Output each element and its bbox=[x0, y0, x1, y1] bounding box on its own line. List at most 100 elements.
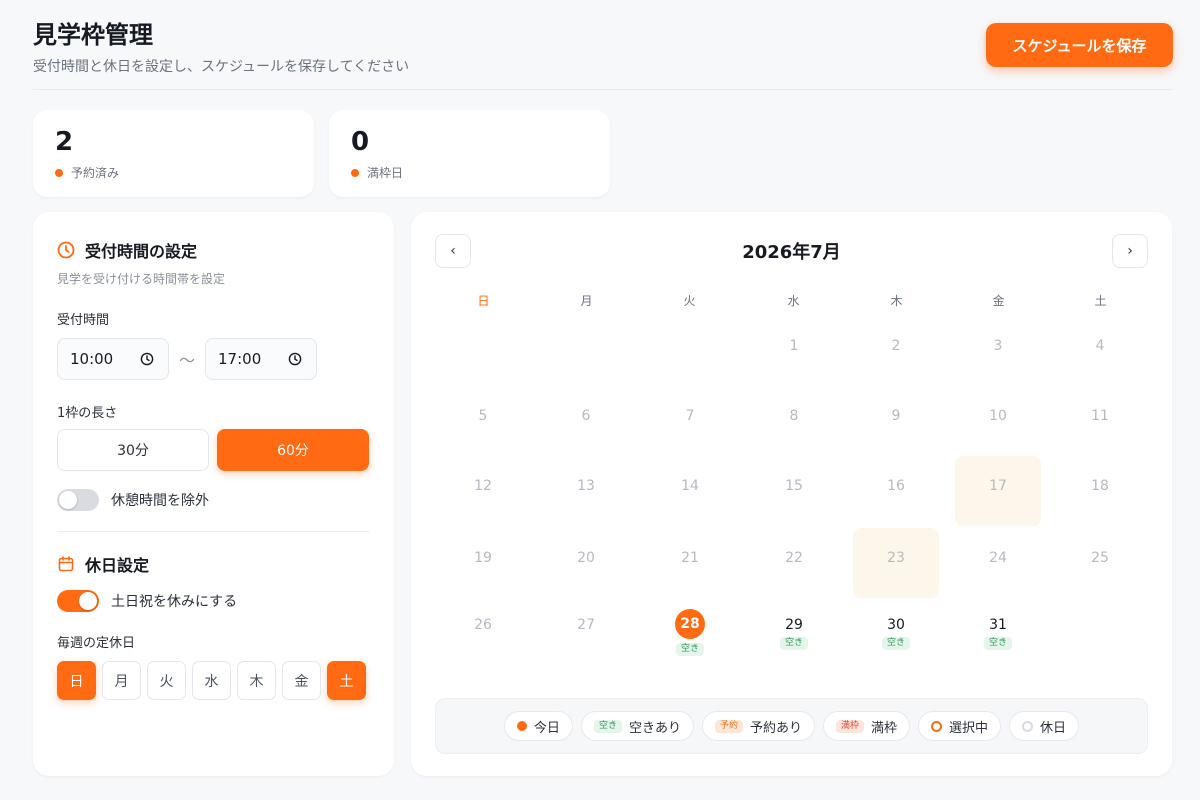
slot-length-label: 1枠の長さ bbox=[57, 406, 118, 421]
availability-badge: 空き bbox=[983, 637, 1012, 650]
calendar-day-29[interactable]: 29 空き bbox=[751, 617, 837, 650]
calendar-day-8: 8 bbox=[751, 408, 837, 424]
legend-full: 満枠 満枠 bbox=[823, 711, 911, 741]
calendar-day-28[interactable]: 28 空き bbox=[647, 609, 733, 656]
calendar-day-6: 6 bbox=[543, 408, 629, 424]
settings-panel: 受付時間の設定 見学を受け付ける時間帯を設定 受付時間 10:00 〜 17:0… bbox=[33, 212, 394, 776]
calendar-day-11: 11 bbox=[1057, 408, 1143, 424]
stat-card-full-days: 0 満枠日 bbox=[329, 110, 610, 197]
day-number: 18 bbox=[1091, 478, 1109, 494]
day-number: 28 bbox=[675, 609, 705, 639]
legend-selected: 選択中 bbox=[918, 711, 1002, 741]
weekday-button-thu[interactable]: 木 bbox=[237, 661, 276, 700]
clock-icon[interactable] bbox=[288, 352, 302, 366]
save-schedule-button[interactable]: スケジュールを保存 bbox=[986, 23, 1173, 67]
weekday-button-sat[interactable]: 土 bbox=[327, 661, 366, 700]
weekday-button-tue[interactable]: 火 bbox=[147, 661, 186, 700]
day-number: 6 bbox=[581, 408, 591, 424]
day-number: 4 bbox=[1095, 338, 1105, 354]
dow-label-wed: 水 bbox=[787, 294, 800, 308]
day-number: 13 bbox=[577, 478, 595, 494]
calendar-day-31[interactable]: 31 空き bbox=[955, 617, 1041, 650]
dow-label-thu: 木 bbox=[890, 294, 903, 308]
day-number: 19 bbox=[474, 550, 492, 566]
calendar-day-9: 9 bbox=[853, 408, 939, 424]
stat-value: 2 bbox=[55, 127, 74, 157]
legend-today: 今日 bbox=[503, 711, 573, 741]
clock-icon bbox=[57, 241, 75, 259]
availability-badge: 空き bbox=[881, 637, 910, 650]
calendar-day-30[interactable]: 30 空き bbox=[853, 617, 939, 650]
reception-section-header: 受付時間の設定 bbox=[57, 238, 370, 262]
holiday-section-header: 休日設定 bbox=[57, 552, 370, 576]
day-number: 9 bbox=[891, 408, 901, 424]
weekday-button-wed[interactable]: 水 bbox=[192, 661, 231, 700]
stat-label: 予約済み bbox=[71, 166, 120, 180]
stat-label: 満枠日 bbox=[367, 166, 404, 180]
month-title: 2026年7月 bbox=[742, 242, 841, 263]
weekly-holiday-selector: 日 月 火 水 木 金 土 bbox=[57, 661, 370, 700]
day-number: 25 bbox=[1091, 550, 1109, 566]
calendar-day-23: 23 bbox=[853, 550, 939, 566]
slot-length-selector: 30分 60分 bbox=[57, 429, 370, 471]
status-dot-icon bbox=[351, 168, 359, 177]
calendar-day-17: 17 bbox=[955, 478, 1041, 494]
weekday-button-fri[interactable]: 金 bbox=[282, 661, 321, 700]
calendar-day-2: 2 bbox=[853, 338, 939, 354]
calendar-day-1: 1 bbox=[751, 338, 837, 354]
section-divider bbox=[57, 531, 370, 532]
day-number: 12 bbox=[474, 478, 492, 494]
calendar-day-10: 10 bbox=[955, 408, 1041, 424]
free-tag: 空き bbox=[593, 719, 622, 733]
day-number: 15 bbox=[785, 478, 803, 494]
next-month-button[interactable]: › bbox=[1112, 234, 1148, 268]
availability-badge: 空き bbox=[779, 637, 808, 650]
end-time-input[interactable]: 17:00 bbox=[205, 338, 318, 380]
day-number: 17 bbox=[989, 478, 1007, 494]
calendar-day-13: 13 bbox=[543, 478, 629, 494]
calendar-day-21: 21 bbox=[647, 550, 733, 566]
calendar-day-7: 7 bbox=[647, 408, 733, 424]
start-time-input[interactable]: 10:00 bbox=[57, 338, 169, 380]
calendar-icon bbox=[57, 555, 75, 573]
clock-icon[interactable] bbox=[140, 352, 154, 366]
calendar-day-16: 16 bbox=[853, 478, 939, 494]
calendar-day-14: 14 bbox=[647, 478, 733, 494]
day-number: 20 bbox=[577, 550, 595, 566]
today-dot-icon bbox=[516, 721, 527, 731]
weekly-holiday-label: 毎週の定休日 bbox=[57, 636, 136, 651]
reserved-tag: 予約 bbox=[714, 719, 743, 733]
holiday-title: 休日設定 bbox=[85, 556, 150, 575]
dow-label-sun: 日 bbox=[477, 294, 490, 308]
slot-option-60[interactable]: 60分 bbox=[217, 429, 369, 471]
calendar-day-22: 22 bbox=[751, 550, 837, 566]
break-exclude-toggle[interactable] bbox=[57, 489, 99, 511]
day-number: 2 bbox=[891, 338, 901, 354]
calendar-day-25: 25 bbox=[1057, 550, 1143, 566]
weekday-button-sun[interactable]: 日 bbox=[57, 661, 96, 700]
weekend-holiday-label: 土日祝を休みにする bbox=[111, 594, 238, 610]
weekend-holiday-toggle[interactable] bbox=[57, 590, 99, 612]
day-number: 31 bbox=[989, 617, 1007, 633]
calendar-legend: 今日 空き 空きあり 予約 予約あり 満枠 満枠 選択中 休日 bbox=[435, 698, 1148, 754]
weekday-button-mon[interactable]: 月 bbox=[102, 661, 141, 700]
calendar-panel: ‹ 2026年7月 › 日 月 火 水 木 金 土 1 2 3 4 5 6 7 8 9 10 11 1… bbox=[411, 212, 1172, 776]
calendar-day-4: 4 bbox=[1057, 338, 1143, 354]
day-number: 22 bbox=[785, 550, 803, 566]
day-number: 14 bbox=[681, 478, 699, 494]
day-number: 11 bbox=[1091, 408, 1109, 424]
full-tag: 満枠 bbox=[836, 719, 865, 733]
day-number: 29 bbox=[785, 617, 803, 633]
status-dot-icon bbox=[55, 168, 63, 177]
time-separator: 〜 bbox=[179, 351, 196, 370]
day-number: 10 bbox=[989, 408, 1007, 424]
day-number: 24 bbox=[989, 550, 1007, 566]
slot-option-30[interactable]: 30分 bbox=[57, 429, 209, 471]
reception-title: 受付時間の設定 bbox=[85, 242, 198, 261]
calendar-day-27: 27 bbox=[543, 617, 629, 633]
day-number: 27 bbox=[577, 617, 595, 633]
start-time-value: 10:00 bbox=[70, 350, 114, 368]
legend-reserved: 予約 予約あり bbox=[701, 711, 815, 741]
calendar-day-12: 12 bbox=[440, 478, 526, 494]
chevron-right-icon: › bbox=[1127, 243, 1133, 259]
